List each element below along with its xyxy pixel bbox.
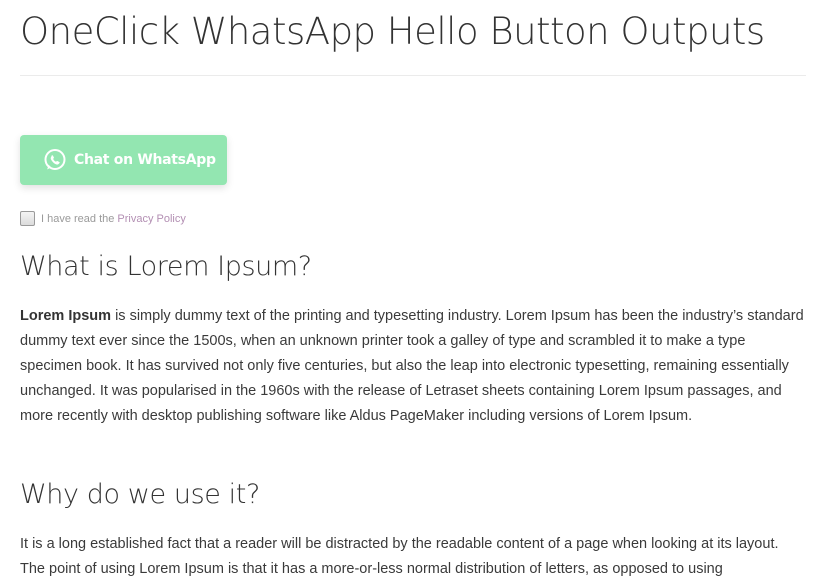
section-heading-why: Why do we use it?	[20, 479, 260, 510]
page-title: OneClick WhatsApp Hello Button Outputs	[20, 10, 765, 53]
lorem-ipsum-strong: Lorem Ipsum	[20, 308, 112, 324]
section-paragraph-why: It is a long established fact that a rea…	[20, 536, 779, 577]
whatsapp-icon	[43, 148, 67, 172]
privacy-consent-row: I have read the Privacy Policy	[20, 211, 186, 226]
section-heading-what: What is Lorem Ipsum?	[20, 251, 312, 282]
privacy-checkbox[interactable]	[20, 211, 35, 226]
chat-on-whatsapp-button[interactable]: Chat on WhatsApp	[20, 135, 227, 185]
section-paragraph-what: Lorem Ipsum is simply dummy text of the …	[20, 304, 806, 429]
privacy-policy-link[interactable]: Privacy Policy	[117, 213, 185, 225]
title-divider	[20, 75, 806, 76]
privacy-text: I have read the	[41, 212, 115, 225]
paragraph-body: is simply dummy text of the printing and…	[20, 308, 804, 424]
chat-on-whatsapp-label: Chat on WhatsApp	[74, 152, 216, 168]
